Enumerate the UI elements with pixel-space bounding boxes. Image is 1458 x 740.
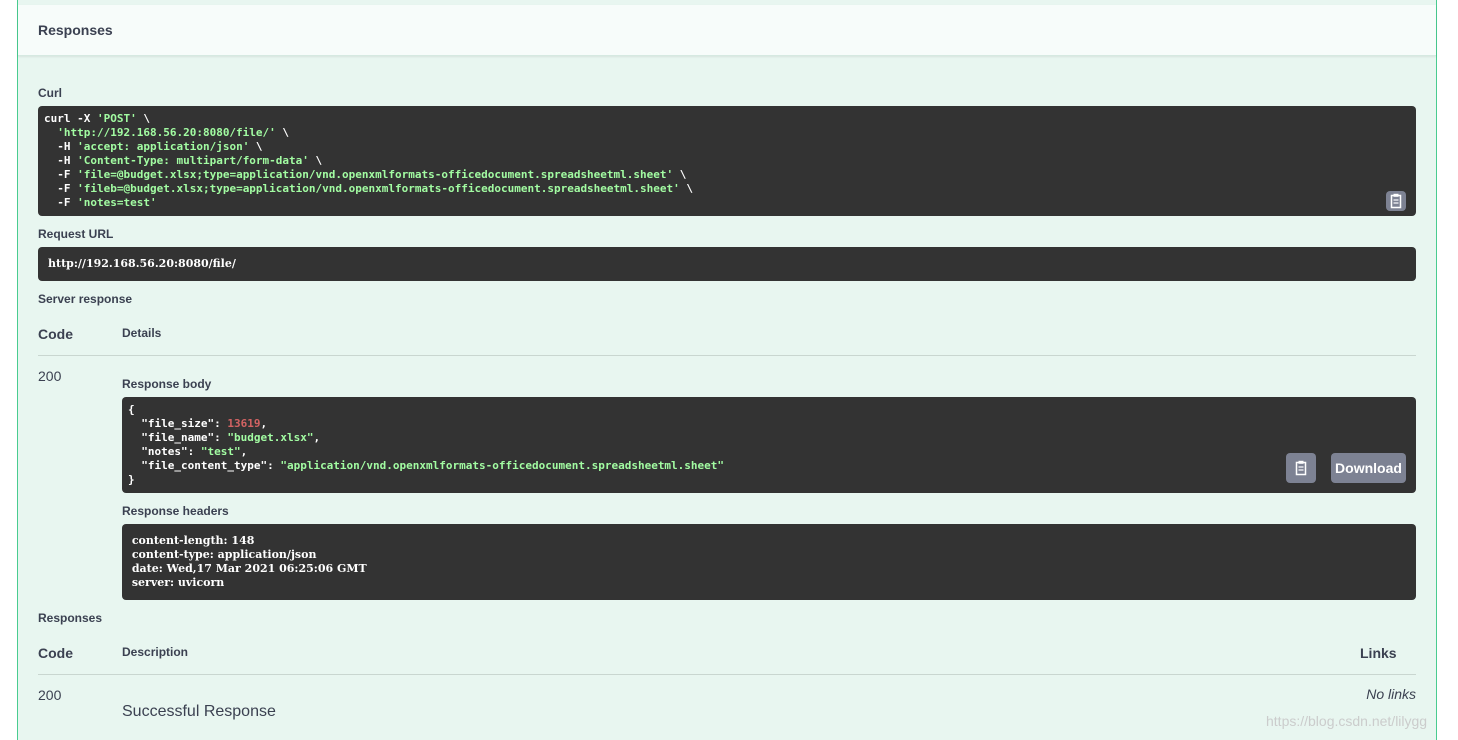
response-body-line: "notes": "test",: [128, 445, 248, 458]
response-body-line: "file_content_type": "application/vnd.op…: [128, 459, 725, 472]
response-body-line: }: [128, 473, 135, 486]
response-header-line: server: uvicorn: [128, 576, 229, 589]
download-button[interactable]: Download: [1331, 453, 1406, 483]
curl-line: 'http://192.168.56.20:8080/file/' \: [57, 126, 290, 139]
curl-command-text: curl -X 'POST' \ 'http://192.168.56.20:8…: [44, 112, 1410, 210]
details-column-header: Details: [122, 326, 162, 340]
response-headers-text: content-length: 148 content-type: applic…: [128, 534, 1410, 590]
response-header-line: content-type: application/json: [128, 548, 321, 561]
curl-line: -F 'file=@budget.xlsx;type=application/v…: [44, 168, 687, 181]
curl-line: curl -X 'POST' \: [44, 112, 150, 125]
response-body-text: { "file_size": 13619, "file_name": "budg…: [128, 403, 1410, 487]
section-title: Responses: [38, 22, 113, 38]
response-code: 200: [38, 368, 62, 384]
curl-line: -F 'notes=test': [44, 196, 157, 209]
server-response-label: Server response: [38, 292, 133, 306]
code-column-header: Code: [38, 326, 73, 342]
response-body-label: Response body: [122, 377, 212, 391]
response-header-line: date: Wed,17 Mar 2021 06:25:06 GMT: [128, 562, 371, 575]
request-url-text: http://192.168.56.20:8080/file/: [48, 257, 236, 270]
curl-line: -F 'fileb=@budget.xlsx;type=application/…: [44, 182, 694, 195]
curl-line: -H 'accept: application/json' \: [44, 140, 263, 153]
clipboard-icon: [1390, 193, 1402, 209]
responses-description-header: Description: [122, 645, 189, 659]
request-url-block[interactable]: http://192.168.56.20:8080/file/: [38, 247, 1416, 281]
responses-row-description: Successful Response: [122, 703, 276, 720]
watermark: https://blog.csdn.net/lilygg: [1266, 713, 1428, 729]
header-divider: [38, 355, 1416, 356]
responses-links-header: Links: [1360, 645, 1397, 661]
responses-panel: Responses Curl curl -X 'POST' \ 'http://…: [17, 0, 1437, 740]
curl-line: -H 'Content-Type: multipart/form-data' \: [44, 154, 323, 167]
response-header-line: content-length: 148: [128, 534, 259, 547]
curl-command-block[interactable]: curl -X 'POST' \ 'http://192.168.56.20:8…: [38, 106, 1416, 216]
response-body-line: "file_name": "budget.xlsx",: [128, 431, 321, 444]
response-body-line: "file_size": 13619,: [128, 417, 268, 430]
responses-row-code: 200: [38, 687, 62, 703]
response-body-block[interactable]: { "file_size": 13619, "file_name": "budg…: [122, 397, 1416, 493]
responses-label: Responses: [38, 611, 103, 625]
section-header: Responses: [18, 5, 1436, 56]
responses-divider: [38, 674, 1416, 675]
responses-code-header: Code: [38, 645, 73, 661]
response-headers-block[interactable]: content-length: 148 content-type: applic…: [122, 524, 1416, 600]
curl-label: Curl: [38, 86, 62, 100]
response-headers-label: Response headers: [122, 504, 229, 518]
copy-curl-button[interactable]: [1386, 191, 1406, 211]
clipboard-icon: [1295, 460, 1307, 476]
copy-response-button[interactable]: [1286, 453, 1316, 483]
response-body-line: {: [128, 403, 135, 416]
request-url-label: Request URL: [38, 227, 114, 241]
responses-row-links: No links: [1366, 686, 1416, 702]
